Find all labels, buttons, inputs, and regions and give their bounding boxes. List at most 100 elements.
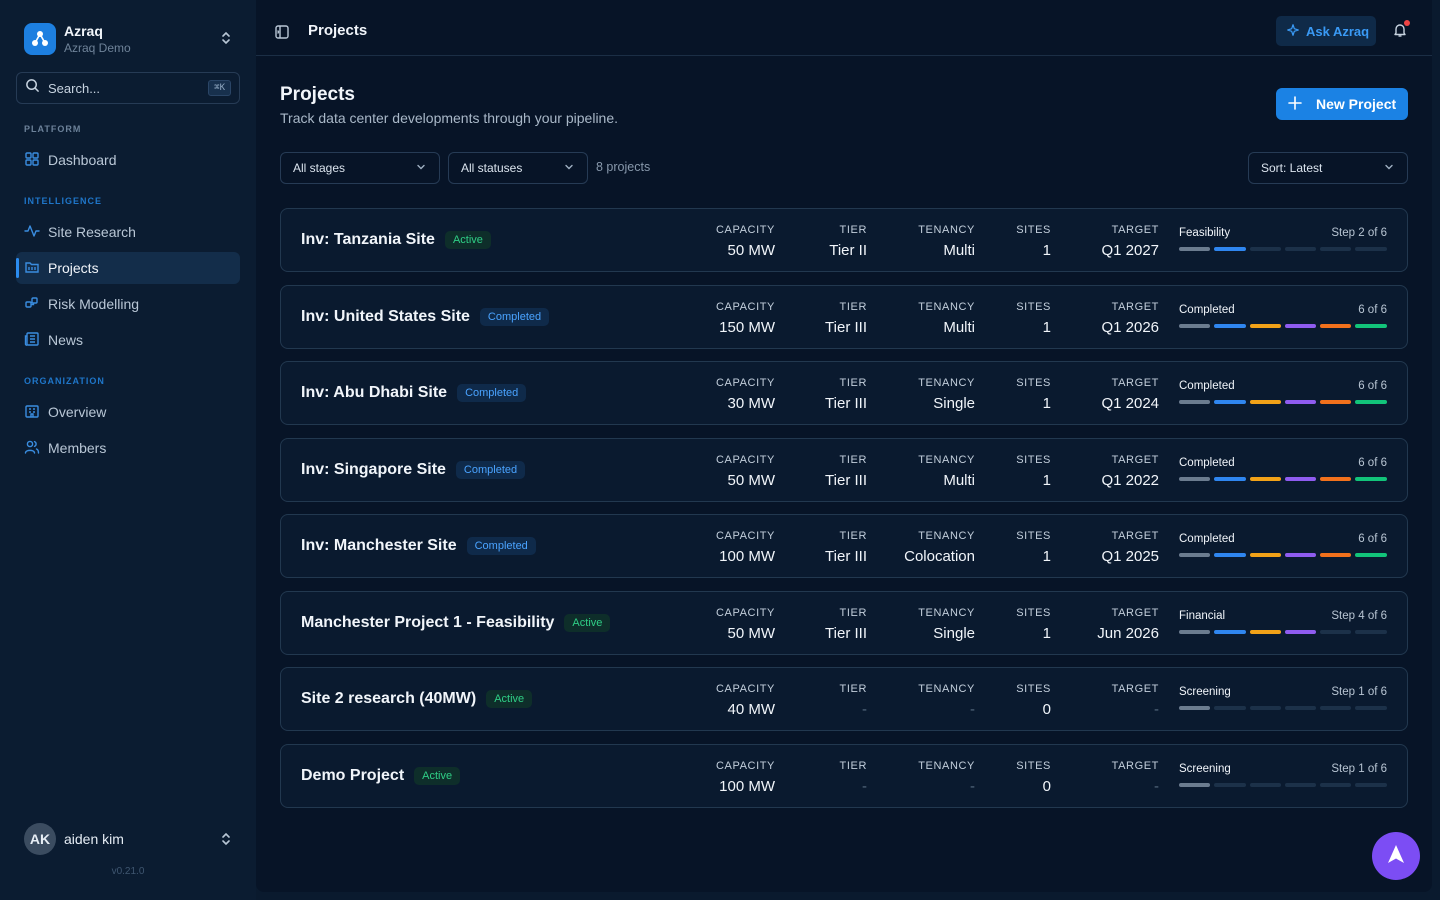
column-value: Tier III	[825, 318, 867, 336]
status-badge: Completed	[479, 307, 550, 326]
progress-segment	[1214, 553, 1246, 557]
progress-stage: Screening	[1179, 762, 1231, 775]
project-title-group: Inv: Manchester Site Completed	[301, 515, 536, 577]
top-bar: Projects Ask Azraq	[256, 0, 1432, 56]
column-value: -	[1154, 701, 1159, 718]
users-icon	[24, 439, 40, 458]
project-target: TARGET -	[1112, 759, 1159, 797]
azraq-logo-icon	[24, 23, 56, 55]
progress-stage: Financial	[1179, 609, 1226, 622]
progress-step: 6 of 6	[1358, 456, 1387, 469]
progress-segments	[1179, 476, 1387, 481]
column-header: TIER	[839, 759, 867, 772]
column-value: -	[1154, 777, 1159, 795]
project-card[interactable]: Inv: Singapore Site Completed CAPACITY 50 M…	[280, 437, 1408, 502]
project-card[interactable]: Site 2 research (40MW) Active CAPACITY 40 M…	[280, 667, 1408, 731]
assistant-fab-button[interactable]	[1372, 832, 1420, 880]
progress-stage: Completed	[1179, 380, 1235, 392]
progress-segment	[1320, 782, 1352, 787]
notification-dot	[1404, 20, 1410, 26]
new-project-button[interactable]: New Project	[1276, 88, 1408, 120]
project-title-group: Manchester Project 1 - Feasibility Active	[301, 592, 611, 654]
progress-segment	[1284, 476, 1317, 481]
project-tier: TIER Tier III	[825, 453, 867, 491]
sidebar-item-projects[interactable]: Projects	[16, 252, 240, 284]
column-value: Single	[933, 624, 975, 642]
column-header: TIER	[839, 683, 867, 695]
project-card[interactable]: Inv: Tanzania Site Active CAPACITY 50 MW TIE…	[280, 208, 1408, 272]
status-badge: Completed	[455, 460, 526, 479]
progress-segment	[1179, 247, 1211, 251]
project-tier: TIER Tier III	[825, 606, 867, 644]
project-capacity: CAPACITY 150 MW	[716, 300, 775, 338]
column-value: 40 MW	[727, 701, 775, 718]
user-menu[interactable]: AK aiden kim	[24, 823, 234, 855]
progress-stage: Completed	[1179, 456, 1235, 469]
search-icon	[25, 78, 40, 98]
project-target: TARGET Q1 2026	[1101, 300, 1159, 338]
project-capacity: CAPACITY 30 MW	[716, 376, 775, 414]
progress-tracker: Feasibility Step 2 of 6	[1179, 227, 1387, 251]
sidebar-item-members[interactable]: Members	[16, 432, 240, 464]
project-name: Inv: Manchester Site	[301, 537, 457, 554]
sidebar-item-risk-modelling[interactable]: Risk Modelling	[16, 288, 240, 320]
progress-segment	[1179, 706, 1211, 710]
section-label-platform: PLATFORM	[24, 124, 82, 134]
sort-select[interactable]: Sort: Latest	[1248, 152, 1408, 184]
project-capacity: CAPACITY 50 MW	[716, 223, 775, 261]
column-header: CAPACITY	[716, 377, 775, 389]
progress-segment	[1284, 629, 1317, 634]
column-value: Q1 2022	[1101, 471, 1159, 489]
progress-stage: Feasibility	[1179, 227, 1231, 239]
project-tier: TIER Tier III	[825, 529, 867, 567]
column-header: TENANCY	[918, 759, 975, 772]
status-badge: Active	[564, 613, 611, 632]
project-sites: SITES 1	[1016, 606, 1051, 644]
column-header: TARGET	[1111, 759, 1159, 772]
chevrons-up-down-icon	[218, 30, 234, 51]
stage-filter-select[interactable]: All stages	[280, 152, 440, 184]
project-tier: TIER Tier III	[825, 376, 867, 414]
column-value: Multi	[943, 242, 975, 259]
progress-segment	[1179, 782, 1211, 787]
column-value: Q1 2027	[1101, 242, 1159, 259]
sidebar-toggle-icon[interactable]	[274, 24, 290, 45]
project-name: Site 2 research (40MW)	[301, 690, 477, 707]
column-value: Colocation	[904, 548, 975, 565]
plus-icon	[1288, 95, 1302, 113]
project-card[interactable]: Demo Project Active CAPACITY 100 MW TIER - TEN…	[280, 743, 1408, 808]
progress-segment	[1214, 476, 1246, 481]
progress-segment	[1355, 323, 1387, 328]
sidebar-item-overview[interactable]: Overview	[16, 396, 240, 428]
ask-azraq-button[interactable]: Ask Azraq	[1276, 16, 1376, 46]
project-card[interactable]: Manchester Project 1 - Feasibility Active…	[280, 590, 1408, 655]
column-value: 1	[1042, 548, 1051, 565]
progress-segment	[1355, 706, 1387, 710]
progress-segment	[1179, 629, 1211, 634]
project-card[interactable]: Inv: United States Site Completed CAPACITY…	[280, 284, 1408, 349]
project-card[interactable]: Inv: Abu Dhabi Site Completed CAPACITY 30 M…	[280, 361, 1408, 425]
status-badge: Completed	[466, 537, 536, 555]
column-value: 1	[1042, 624, 1051, 642]
project-capacity: CAPACITY 50 MW	[716, 606, 775, 644]
progress-segment	[1249, 629, 1281, 634]
progress-segment	[1320, 476, 1352, 481]
column-header: SITES	[1016, 759, 1051, 772]
column-header: TIER	[839, 377, 867, 389]
column-header: TENANCY	[918, 377, 975, 389]
progress-segment	[1284, 247, 1317, 251]
project-card[interactable]: Inv: Manchester Site Completed CAPACITY 100…	[280, 514, 1408, 578]
project-name: Inv: Tanzania Site	[301, 231, 435, 248]
progress-stage: Completed	[1179, 303, 1235, 316]
activity-icon	[24, 223, 40, 242]
progress-tracker: Screening Step 1 of 6	[1179, 686, 1387, 710]
workspace-switcher[interactable]: Azraq Azraq Demo	[24, 22, 234, 56]
sidebar-item-news[interactable]: News	[16, 324, 240, 356]
status-filter-select[interactable]: All statuses	[448, 152, 588, 184]
sidebar-item-site-research[interactable]: Site Research	[16, 216, 240, 248]
sidebar-item-dashboard[interactable]: Dashboard	[16, 144, 240, 176]
progress-segment	[1179, 553, 1211, 557]
search-input[interactable]: Search... ⌘K	[16, 72, 240, 104]
column-header: SITES	[1016, 530, 1051, 542]
project-tier: TIER Tier III	[825, 300, 867, 338]
